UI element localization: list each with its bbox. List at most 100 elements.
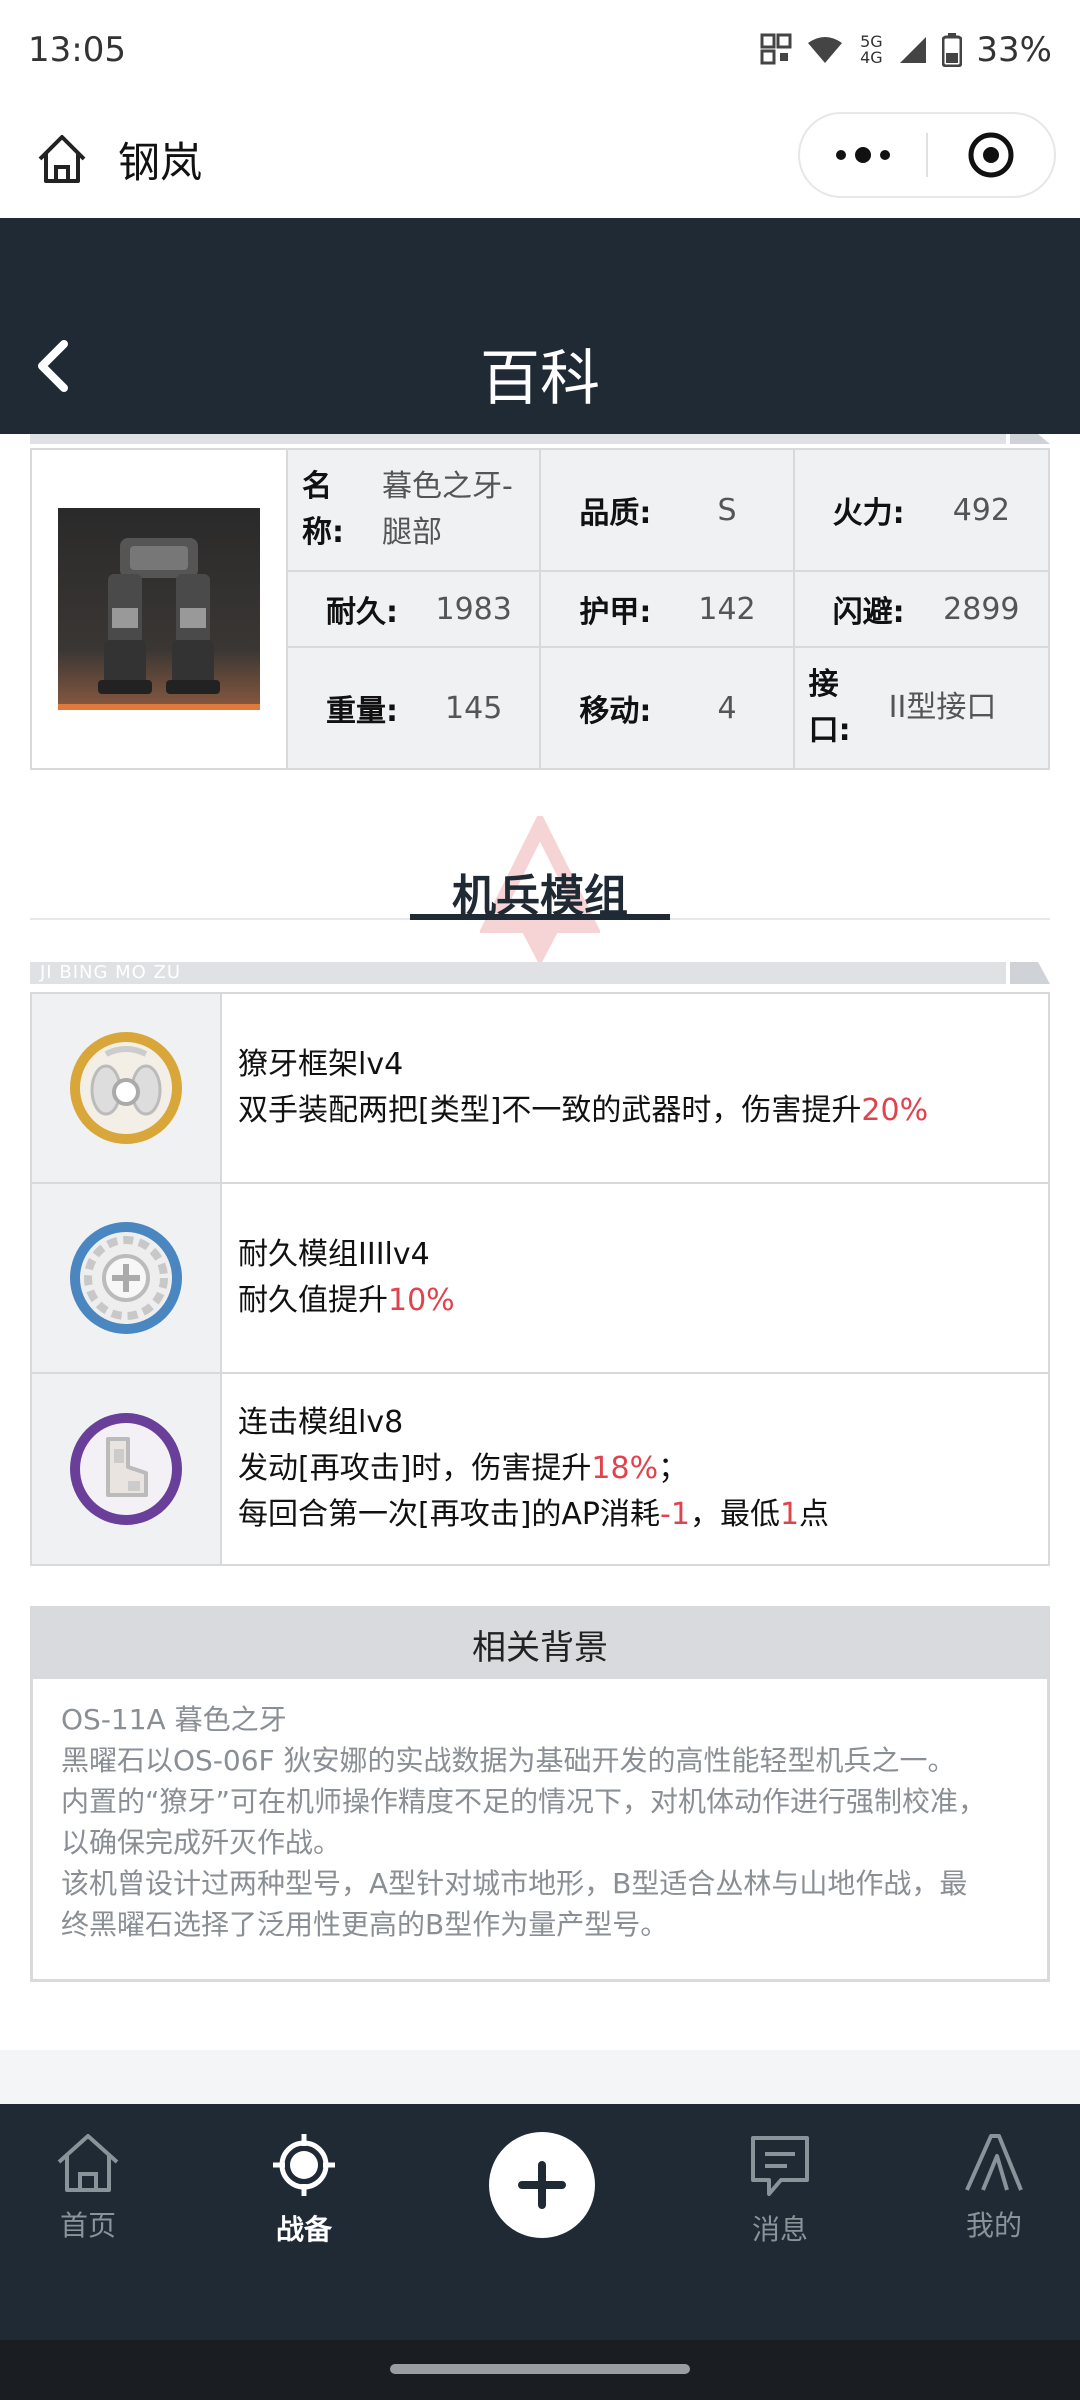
- status-time: 13:05: [28, 30, 126, 70]
- module-text: 连击模组lv8 发动[再攻击]时，伤害提升18%； 每回合第一次[再攻击]的AP…: [222, 1374, 1048, 1564]
- background-section: 相关背景 OS-11A 暮色之牙 黑曜石以OS-06F 狄安娜的实战数据为基础开…: [30, 1606, 1050, 1982]
- attr-key: 护甲:: [579, 595, 652, 630]
- bottom-tab-bar: 首页 战备 消息 我的: [0, 2104, 1080, 2340]
- module-text: 耐久模组IIIlv4 耐久值提升10%: [222, 1184, 1048, 1372]
- modules-table: 獠牙框架lv4 双手装配两把[类型]不一致的武器时，伤害提升20% 耐久模组II…: [30, 992, 1050, 1566]
- attr-cell-evasion: 闪避: 2899: [794, 572, 1048, 648]
- attr-cell-movement: 移动: 4: [541, 648, 795, 768]
- more-dot-icon: [836, 150, 846, 160]
- attr-value: 4: [717, 690, 737, 726]
- attr-value: 暮色之牙-腿部: [382, 469, 513, 550]
- page-title: 百科: [480, 344, 600, 414]
- capsule-menu: [798, 112, 1056, 198]
- mech-image-cell: [32, 450, 288, 768]
- module-desc: 发动[再攻击]时，伤害提升18%；: [238, 1446, 1048, 1492]
- module-name: 连击模组lv8: [238, 1405, 404, 1440]
- tab-messages[interactable]: 消息: [720, 2132, 840, 2248]
- more-button[interactable]: [800, 147, 926, 163]
- tab-battle-prep[interactable]: 战备: [244, 2132, 364, 2248]
- attr-cell-name: 名称: 暮色之牙-腿部: [288, 450, 542, 572]
- tab-label: 我的: [965, 2209, 1022, 2242]
- content-bottom-band: [0, 2050, 1080, 2104]
- background-line: 终黑曜石选择了泛用性更高的B型作为量产型号。: [61, 1908, 669, 1941]
- attr-cell-firepower: 火力: 492: [794, 450, 1048, 572]
- attr-key: 移动:: [579, 694, 652, 729]
- attr-key: 火力:: [832, 496, 905, 531]
- attr-value: 1983: [435, 591, 512, 627]
- module-name: 耐久模组IIIlv4: [238, 1237, 430, 1272]
- background-line: 内置的“獠牙”可在机师操作精度不足的情况下，对机体动作进行强制校准，: [61, 1785, 987, 1818]
- system-nav-bar: [0, 2340, 1080, 2400]
- attr-key: 重量:: [326, 694, 398, 729]
- module-row: 耐久模组IIIlv4 耐久值提升10%: [32, 1184, 1048, 1374]
- attr-value: 2899: [943, 591, 1020, 627]
- attr-cell-durability: 耐久: 1983: [288, 572, 542, 648]
- attr-value: 142: [698, 591, 756, 627]
- module-name: 獠牙框架lv4: [238, 1047, 404, 1082]
- background-title: 相关背景: [33, 1609, 1047, 1679]
- attr-value: II型接口: [888, 690, 997, 725]
- module-icon-cell: [32, 1184, 222, 1372]
- module-desc-value: 20%: [861, 1093, 929, 1128]
- background-line: 以确保完成歼灭作战。: [61, 1826, 342, 1859]
- status-icons: 5G 4G: [760, 33, 928, 67]
- module-desc-text: 发动[再攻击]时，伤害提升: [238, 1451, 592, 1486]
- attr-key: 接口:: [808, 667, 851, 748]
- attr-key: 耐久:: [326, 595, 398, 630]
- module-desc-suffix: 点: [799, 1497, 830, 1532]
- tab-profile[interactable]: 我的: [934, 2132, 1054, 2244]
- miniprogram-header: 钢岚: [0, 100, 1080, 218]
- top-stripe-bar: [30, 434, 1006, 444]
- attr-value: 492: [952, 492, 1010, 528]
- background-line: OS-11A 暮色之牙: [61, 1703, 287, 1736]
- top-stripe-tab: [1010, 434, 1050, 444]
- tab-home[interactable]: 首页: [28, 2132, 148, 2244]
- mech-legs-image: [58, 508, 260, 710]
- attr-key: 品质:: [579, 496, 652, 531]
- combo-module-icon: [70, 1413, 182, 1525]
- attr-value: 145: [445, 690, 503, 726]
- network-type: 5G 4G: [860, 32, 883, 67]
- more-dot-icon: [855, 147, 871, 163]
- attribute-grid: 名称: 暮色之牙-腿部 品质: S 火力: 492 耐久: 1983 护甲: 142 闪避…: [288, 450, 1048, 768]
- nfc-icon: [760, 33, 792, 65]
- attr-cell-armor: 护甲: 142: [541, 572, 795, 648]
- more-dot-icon: [880, 150, 890, 160]
- durability-module-icon: [70, 1222, 182, 1334]
- wifi-icon: [808, 37, 843, 63]
- module-desc-value: 18%: [591, 1451, 659, 1486]
- message-icon: [751, 2136, 809, 2196]
- module-icon-cell: [32, 994, 222, 1182]
- battery-icon: [942, 33, 963, 67]
- attr-value: S: [717, 492, 737, 528]
- attr-key: 闪避:: [832, 595, 905, 630]
- module-desc-text: 每回合第一次[再攻击]的AP消耗: [238, 1497, 661, 1532]
- modules-stripe-label: JI BING MO ZU: [40, 962, 182, 983]
- modules-section-header: 机兵模组: [30, 810, 1050, 966]
- tab-label: 消息: [751, 2213, 808, 2246]
- module-desc-text: 耐久值提升: [238, 1283, 388, 1318]
- attr-cell-interface: 接口: II型接口: [794, 648, 1048, 768]
- background-line: 该机曾设计过两种型号，A型针对城市地形，B型适合丛林与山地作战，最: [61, 1867, 968, 1900]
- tab-label: 首页: [59, 2209, 116, 2242]
- module-row: 连击模组lv8 发动[再攻击]时，伤害提升18%； 每回合第一次[再攻击]的AP…: [32, 1374, 1048, 1564]
- module-desc-text: ，最低: [689, 1497, 780, 1532]
- section-title-underline: [410, 914, 670, 920]
- status-right: 5G 4G 33%: [760, 30, 1052, 70]
- battery-percent: 33%: [976, 30, 1052, 70]
- module-text: 獠牙框架lv4 双手装配两把[类型]不一致的武器时，伤害提升20%: [222, 994, 1048, 1182]
- miniprogram-title: 钢岚: [118, 137, 203, 187]
- page-nav-bar: 百科: [0, 218, 1080, 434]
- fang-frame-icon: [70, 1032, 182, 1144]
- module-desc-suffix: ；: [658, 1451, 689, 1486]
- close-miniprogram-button[interactable]: [928, 130, 1054, 180]
- crosshair-icon: [273, 2134, 335, 2196]
- target-icon: [968, 132, 1014, 178]
- module-row: 獠牙框架lv4 双手装配两把[类型]不一致的武器时，伤害提升20%: [32, 994, 1048, 1184]
- home-icon[interactable]: [34, 131, 90, 187]
- module-desc: 耐久值提升10%: [238, 1278, 1048, 1324]
- attr-cell-weight: 重量: 145: [288, 648, 542, 768]
- add-button[interactable]: [489, 2132, 595, 2238]
- home-indicator[interactable]: [390, 2364, 690, 2374]
- module-desc-value: 10%: [388, 1283, 455, 1318]
